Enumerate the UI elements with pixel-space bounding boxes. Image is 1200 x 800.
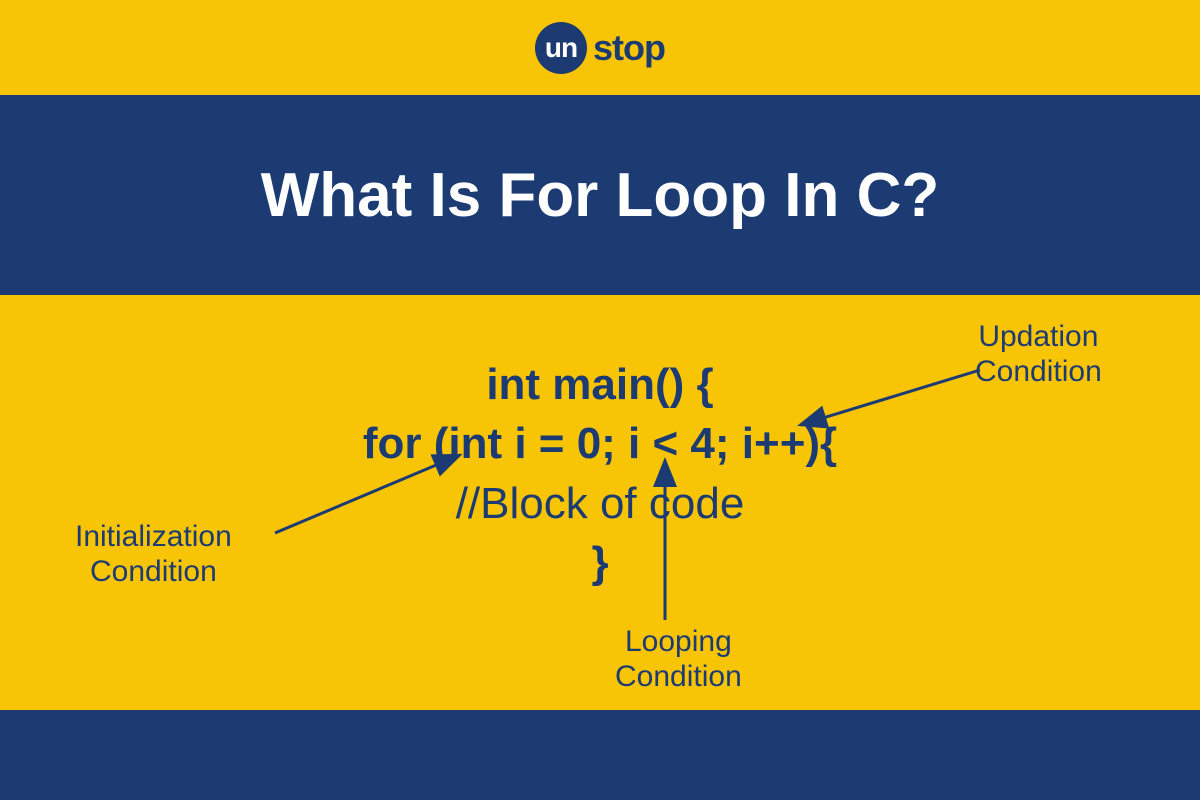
annotation-updation: UpdationCondition <box>975 320 1102 389</box>
brand-badge: un <box>535 22 587 74</box>
header-band: un stop <box>0 0 1200 95</box>
annotation-initialization: InitializationCondition <box>75 520 232 589</box>
code-line-2: for (int i = 0; i < 4; i++){ <box>0 414 1200 473</box>
title-band: What Is For Loop In C? <box>0 95 1200 295</box>
brand-logo: un stop <box>535 22 665 74</box>
page-title: What Is For Loop In C? <box>261 160 939 231</box>
annotation-looping: LoopingCondition <box>615 625 742 694</box>
brand-text: stop <box>593 27 665 69</box>
footer-band <box>0 710 1200 800</box>
code-band: int main() { for (int i = 0; i < 4; i++)… <box>0 295 1200 710</box>
